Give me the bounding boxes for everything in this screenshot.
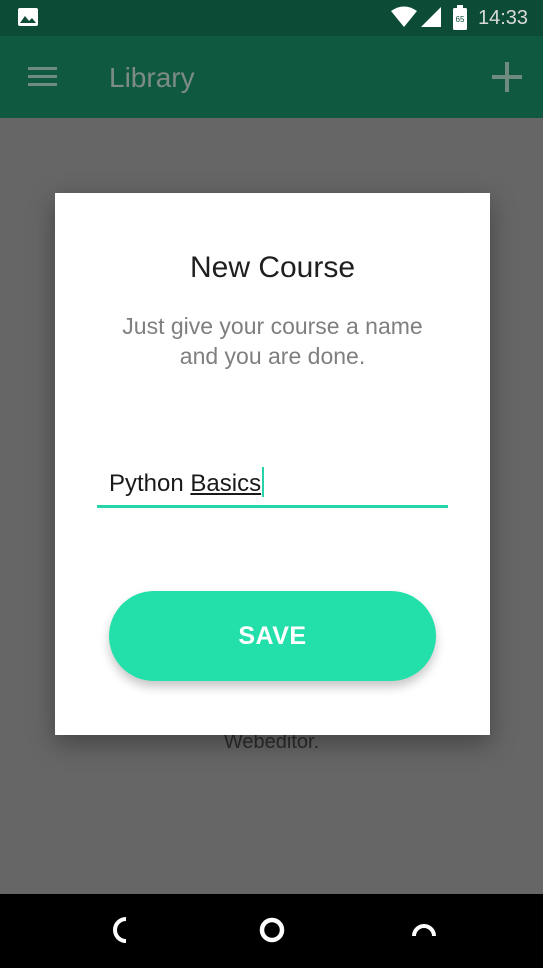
text-cursor — [262, 467, 265, 497]
status-time: 14:33 — [478, 7, 529, 29]
signal-icon — [420, 6, 442, 33]
app-title: Library — [109, 62, 195, 93]
course-name-input[interactable]: Python Basics — [97, 459, 448, 508]
gallery-icon — [17, 7, 39, 32]
new-course-dialog: New Course Just give your course a name … — [55, 193, 490, 735]
battery-icon: 65 — [452, 5, 468, 36]
save-button[interactable]: SAVE — [109, 591, 436, 681]
dialog-subtitle: Just give your course a name and you are… — [95, 311, 450, 371]
course-name-value[interactable]: Python Basics — [109, 467, 265, 498]
home-icon[interactable] — [258, 916, 286, 949]
navigation-bar — [0, 894, 543, 968]
status-bar: 65 14:33 — [0, 0, 543, 36]
menu-icon[interactable] — [28, 66, 58, 93]
wifi-icon — [390, 6, 418, 33]
back-icon[interactable] — [110, 916, 134, 949]
battery-level: 65 — [456, 15, 465, 24]
add-icon[interactable] — [490, 60, 524, 99]
dialog-subtitle-line1: Just give your course a name — [122, 313, 423, 339]
dialog-title: New Course — [189, 251, 356, 284]
course-name-word1: Python — [109, 470, 191, 497]
dialog-subtitle-line2: and you are done. — [179, 343, 366, 369]
course-name-word2: Basics — [190, 470, 262, 497]
app-bar: Library — [0, 36, 543, 118]
recents-icon[interactable] — [410, 918, 438, 945]
